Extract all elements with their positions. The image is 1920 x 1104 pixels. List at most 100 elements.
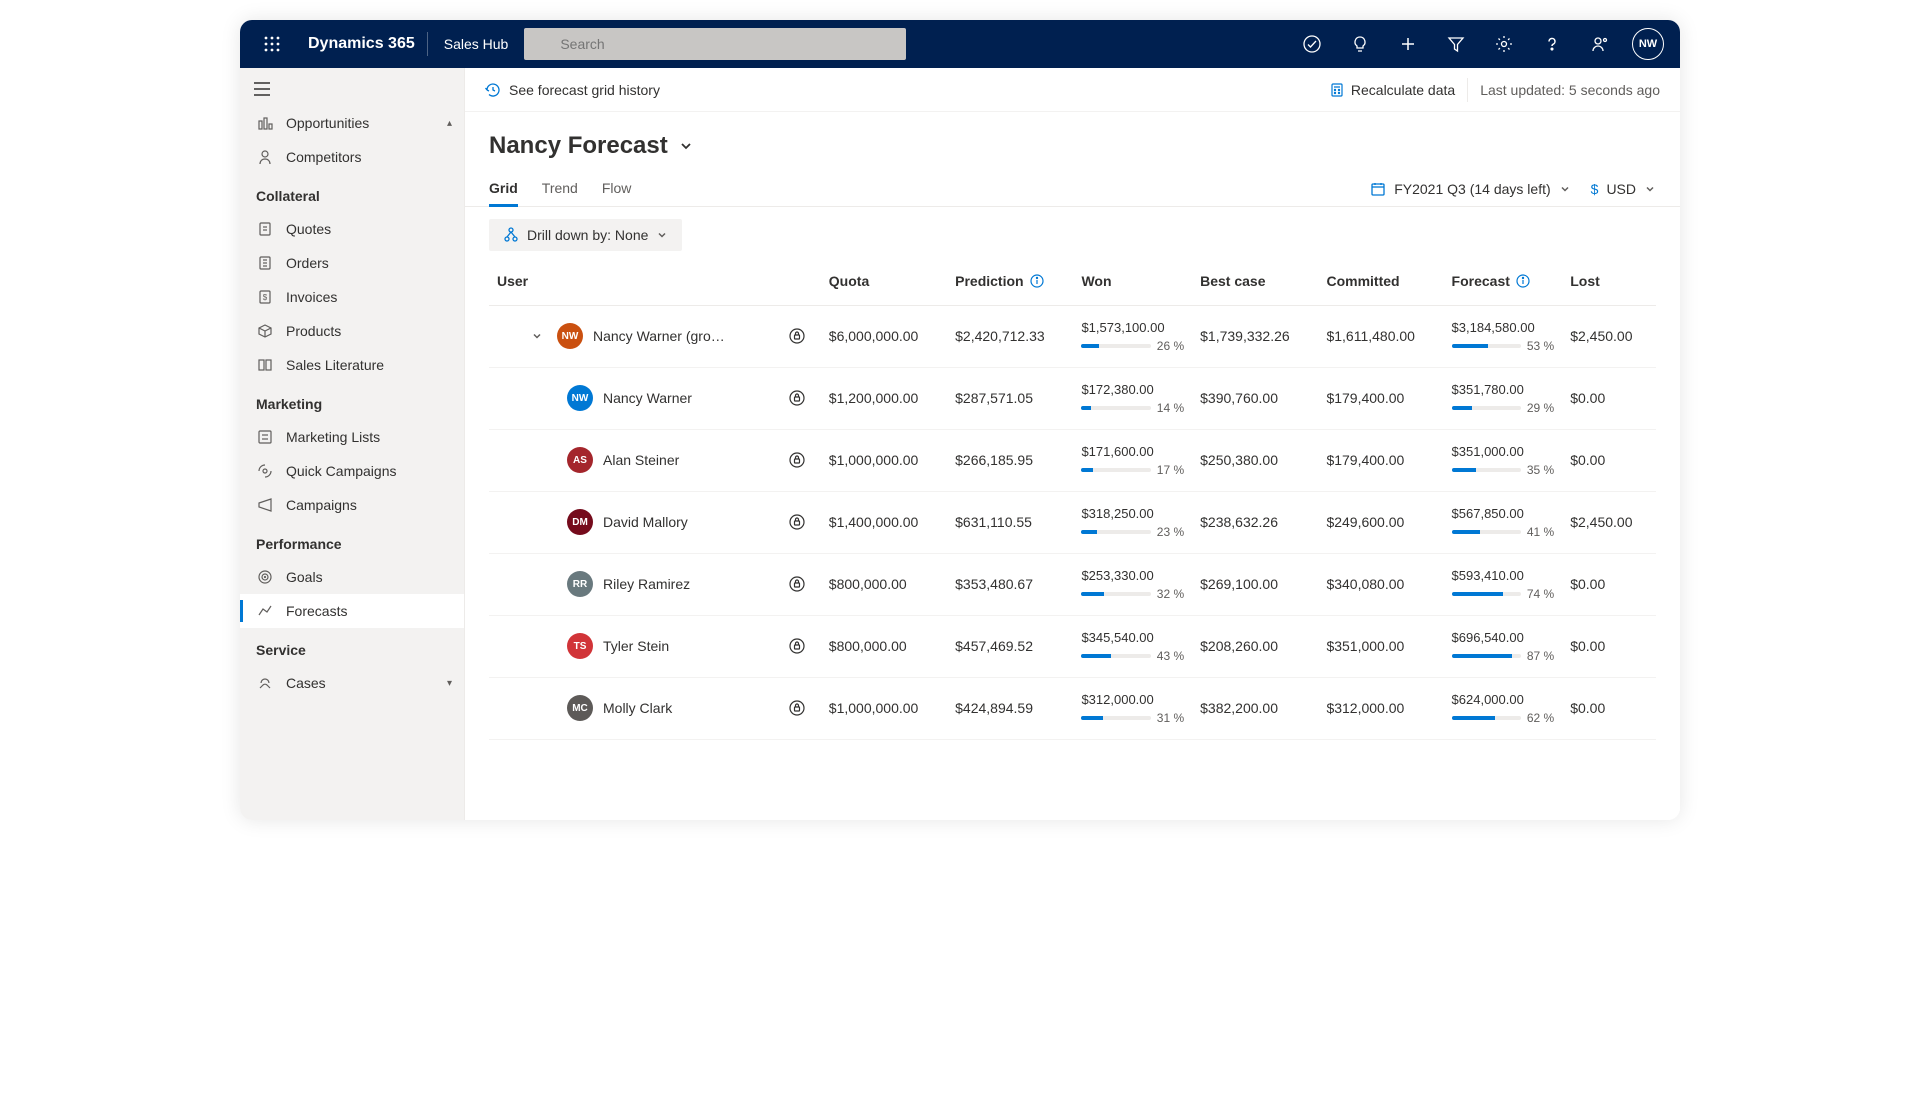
user-avatar[interactable]: NW: [1632, 28, 1664, 60]
currency-picker[interactable]: $ USD: [1591, 181, 1656, 197]
col-prediction[interactable]: Prediction: [947, 263, 1073, 305]
forecast-title-dropdown[interactable]: Nancy Forecast: [489, 132, 1656, 160]
col-user[interactable]: User: [489, 263, 781, 305]
forecast-percent: 53 %: [1527, 339, 1554, 353]
currency-label: USD: [1606, 181, 1636, 197]
tab-trend[interactable]: Trend: [542, 172, 578, 206]
bestcase-value: $1,739,332.26: [1192, 305, 1318, 367]
lost-value: $0.00: [1562, 553, 1656, 615]
col-forecast[interactable]: Forecast: [1444, 263, 1563, 305]
period-picker[interactable]: FY2021 Q3 (14 days left): [1370, 181, 1570, 197]
sidebar-label: Forecasts: [286, 603, 347, 619]
sidebar-item-invoices[interactable]: $ Invoices: [240, 280, 464, 314]
bestcase-value: $269,100.00: [1192, 553, 1318, 615]
table-row[interactable]: RRRiley Ramirez$800,000.00$353,480.67$25…: [489, 553, 1656, 615]
won-value: $1,573,100.00: [1081, 320, 1184, 335]
quota-value: $1,000,000.00: [821, 677, 947, 739]
hamburger-button[interactable]: [240, 72, 464, 106]
col-committed[interactable]: Committed: [1318, 263, 1443, 305]
help-button[interactable]: [1528, 20, 1576, 68]
sidebar-item-goals[interactable]: Goals: [240, 560, 464, 594]
user-presence-button[interactable]: [1576, 20, 1624, 68]
brand-label[interactable]: Dynamics 365: [296, 35, 427, 53]
orders-icon: [256, 254, 274, 272]
settings-button[interactable]: [1480, 20, 1528, 68]
dollar-icon: $: [1591, 181, 1599, 197]
forecast-value: $624,000.00: [1452, 692, 1555, 707]
col-quota[interactable]: Quota: [821, 263, 947, 305]
quota-value: $6,000,000.00: [821, 305, 947, 367]
chevron-down-icon: [1644, 183, 1656, 195]
info-icon[interactable]: [1030, 275, 1044, 291]
won-percent: 14 %: [1157, 401, 1184, 415]
app-launcher-button[interactable]: [248, 20, 296, 68]
col-lost[interactable]: Lost: [1562, 263, 1656, 305]
assistant-button[interactable]: [1288, 20, 1336, 68]
quick-campaigns-icon: [256, 462, 274, 480]
table-row[interactable]: NWNancy Warner (gro…$6,000,000.00$2,420,…: [489, 305, 1656, 367]
tabs-row: Grid Trend Flow FY2021 Q3 (14 days left)…: [465, 160, 1680, 207]
tab-grid[interactable]: Grid: [489, 172, 518, 206]
add-button[interactable]: [1384, 20, 1432, 68]
sidebar-item-products[interactable]: Products: [240, 314, 464, 348]
sidebar-item-campaigns[interactable]: Campaigns: [240, 488, 464, 522]
sidebar-section-collateral: Collateral: [240, 174, 464, 212]
forecast-value: $3,184,580.00: [1452, 320, 1555, 335]
won-progress-bar: [1081, 406, 1150, 410]
table-row[interactable]: DMDavid Mallory$1,400,000.00$631,110.55$…: [489, 491, 1656, 553]
col-bestcase[interactable]: Best case: [1192, 263, 1318, 305]
command-bar: See forecast grid history Recalculate da…: [465, 68, 1680, 112]
sidebar-item-cases[interactable]: Cases ▾: [240, 666, 464, 700]
drilldown-button[interactable]: Drill down by: None: [489, 219, 682, 251]
sidebar-item-orders[interactable]: Orders: [240, 246, 464, 280]
sidebar-item-sales-literature[interactable]: Sales Literature: [240, 348, 464, 382]
user-avatar: TS: [567, 633, 593, 659]
won-percent: 26 %: [1157, 339, 1184, 353]
sidebar-item-quotes[interactable]: Quotes: [240, 212, 464, 246]
hierarchy-icon: [503, 227, 519, 243]
won-value: $172,380.00: [1081, 382, 1184, 397]
table-row[interactable]: NWNancy Warner$1,200,000.00$287,571.05$1…: [489, 367, 1656, 429]
won-percent: 17 %: [1157, 463, 1184, 477]
filter-button[interactable]: [1432, 20, 1480, 68]
table-row[interactable]: MCMolly Clark$1,000,000.00$424,894.59$31…: [489, 677, 1656, 739]
tab-flow[interactable]: Flow: [602, 172, 632, 206]
sidebar-label: Marketing Lists: [286, 429, 380, 445]
info-icon[interactable]: [1516, 275, 1530, 291]
sidebar-item-forecasts[interactable]: Forecasts: [240, 594, 464, 628]
col-won[interactable]: Won: [1073, 263, 1192, 305]
recalc-label: Recalculate data: [1351, 82, 1455, 98]
expand-chevron-icon[interactable]: [527, 330, 547, 342]
sidebar-label: Invoices: [286, 289, 337, 305]
prediction-value: $457,469.52: [947, 615, 1073, 677]
literature-icon: [256, 356, 274, 374]
sidebar-item-competitors[interactable]: Competitors: [240, 140, 464, 174]
table-row[interactable]: TSTyler Stein$800,000.00$457,469.52$345,…: [489, 615, 1656, 677]
bestcase-value: $390,760.00: [1192, 367, 1318, 429]
lost-value: $0.00: [1562, 677, 1656, 739]
global-search-input[interactable]: [524, 28, 906, 60]
campaigns-icon: [256, 496, 274, 514]
won-percent: 43 %: [1157, 649, 1184, 663]
committed-value: $179,400.00: [1318, 429, 1443, 491]
user-avatar: MC: [567, 695, 593, 721]
recalculate-button[interactable]: Recalculate data: [1329, 82, 1455, 98]
quota-value: $800,000.00: [821, 615, 947, 677]
chevron-down-icon: [656, 229, 668, 241]
quota-value: $1,200,000.00: [821, 367, 947, 429]
user-avatar: NW: [567, 385, 593, 411]
history-link[interactable]: See forecast grid history: [485, 82, 660, 98]
lock-icon: [781, 491, 821, 553]
sidebar-item-quick-campaigns[interactable]: Quick Campaigns: [240, 454, 464, 488]
forecast-percent: 41 %: [1527, 525, 1554, 539]
svg-text:$: $: [263, 293, 268, 302]
committed-value: $179,400.00: [1318, 367, 1443, 429]
committed-value: $340,080.00: [1318, 553, 1443, 615]
last-updated-label: Last updated: 5 seconds ago: [1480, 82, 1660, 98]
app-name-label[interactable]: Sales Hub: [428, 36, 525, 52]
period-label: FY2021 Q3 (14 days left): [1394, 181, 1550, 197]
sidebar-item-opportunities[interactable]: Opportunities ▴: [240, 106, 464, 140]
table-row[interactable]: ASAlan Steiner$1,000,000.00$266,185.95$1…: [489, 429, 1656, 491]
sidebar-item-marketing-lists[interactable]: Marketing Lists: [240, 420, 464, 454]
lightbulb-button[interactable]: [1336, 20, 1384, 68]
